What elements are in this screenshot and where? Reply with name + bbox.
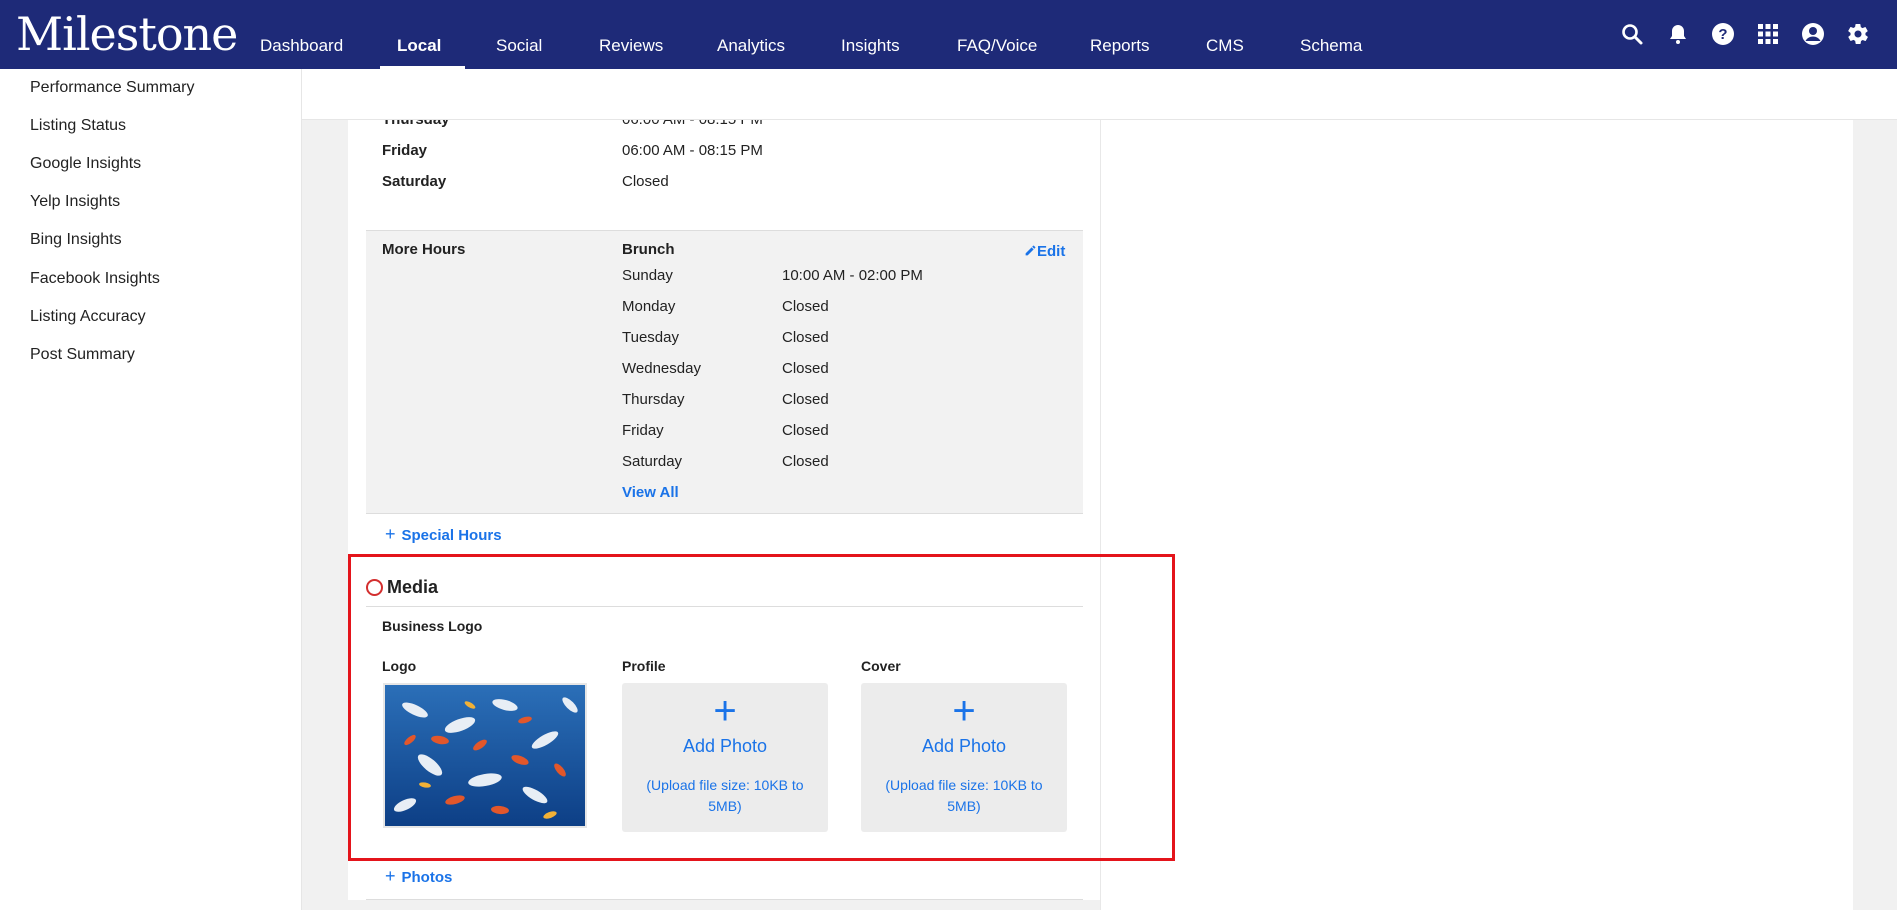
- more-hours-time: 10:00 AM - 02:00 PM: [782, 267, 923, 284]
- sidebar-item-bing-insights[interactable]: Bing Insights: [30, 230, 122, 250]
- right-panel: [1100, 120, 1853, 910]
- sidebar-item-yelp-insights[interactable]: Yelp Insights: [30, 192, 120, 212]
- help-icon[interactable]: ?: [1711, 22, 1735, 46]
- hours-day-thursday: Thursday: [382, 111, 450, 128]
- city-filter[interactable]: City: [662, 84, 711, 102]
- nav-insights[interactable]: Insights: [841, 36, 900, 56]
- more-hours-time: Closed: [782, 329, 829, 346]
- chevron-down-icon: [698, 90, 711, 97]
- gear-icon[interactable]: [1846, 22, 1870, 46]
- city-filter-label: City: [662, 84, 691, 101]
- nav-social[interactable]: Social: [496, 36, 542, 56]
- more-hours-time: Closed: [782, 422, 829, 439]
- filter-bar: 021220201 (6/6) Country State City Jul 0…: [302, 69, 1897, 120]
- clear-filters-link[interactable]: Clear: [968, 84, 1008, 102]
- nav-analytics[interactable]: Analytics: [717, 36, 785, 56]
- location-id: 021220201: [347, 84, 423, 101]
- sidebar-item-listing-accuracy[interactable]: Listing Accuracy: [30, 307, 146, 327]
- more-hours-time: Closed: [782, 360, 829, 377]
- plus-icon: +: [385, 524, 396, 544]
- sidebar-item-performance-summary[interactable]: Performance Summary: [30, 78, 195, 98]
- chevron-left-icon: [310, 87, 319, 102]
- hours-time-friday: 06:00 AM - 08:15 PM: [622, 142, 763, 159]
- account-icon[interactable]: [1801, 22, 1825, 46]
- chevron-down-icon: [566, 90, 579, 97]
- media-highlight-box: [348, 554, 1175, 861]
- edit-label: Edit: [1037, 243, 1066, 260]
- bell-icon[interactable]: [1666, 22, 1690, 46]
- apps-grid-icon[interactable]: [1756, 22, 1780, 46]
- top-navbar: Milestone Dashboard Local Social Reviews…: [0, 0, 1897, 69]
- nav-faq-voice[interactable]: FAQ/Voice: [957, 36, 1037, 56]
- state-filter[interactable]: State: [591, 84, 648, 102]
- nav-cms[interactable]: CMS: [1206, 36, 1244, 56]
- more-hours-day: Friday: [622, 422, 664, 439]
- more-hours-day: Wednesday: [622, 360, 701, 377]
- more-hours-day: Monday: [622, 298, 676, 315]
- sidebar: Performance Summary Listing Status Googl…: [0, 69, 302, 910]
- country-filter[interactable]: Country: [501, 84, 579, 102]
- date-range-filter[interactable]: Jul 04, 2022 - Aug 02, 2022: [723, 84, 939, 102]
- more-hours-day: Sunday: [622, 267, 673, 284]
- view-all-more-hours-link[interactable]: View All: [622, 484, 679, 502]
- nav-local[interactable]: Local: [397, 36, 441, 56]
- sidebar-item-post-summary[interactable]: Post Summary: [30, 345, 135, 365]
- chevron-down-icon: [465, 90, 478, 97]
- hours-day-saturday: Saturday: [382, 173, 447, 190]
- chevron-down-icon: [926, 89, 939, 96]
- bottom-divider: [366, 899, 1083, 900]
- add-photos-link[interactable]: + Photos: [385, 867, 452, 887]
- more-hours-label: More Hours: [382, 241, 466, 258]
- svg-text:?: ?: [1718, 26, 1727, 43]
- state-filter-label: State: [591, 84, 628, 101]
- sidebar-item-listing-status[interactable]: Listing Status: [30, 116, 126, 136]
- nav-dashboard[interactable]: Dashboard: [260, 36, 343, 56]
- milestone-logo[interactable]: Milestone: [16, 8, 238, 60]
- search-icon[interactable]: [1620, 22, 1644, 46]
- country-filter-label: Country: [501, 84, 559, 101]
- more-hours-day: Thursday: [622, 391, 685, 408]
- sidebar-item-google-insights[interactable]: Google Insights: [30, 154, 141, 174]
- hours-day-friday: Friday: [382, 142, 428, 159]
- collapse-sidebar-button[interactable]: [302, 69, 331, 120]
- more-hours-time: Closed: [782, 391, 829, 408]
- hours-time-thursday: 06:00 AM - 08:15 PM: [622, 111, 763, 128]
- sidebar-item-facebook-insights[interactable]: Facebook Insights: [30, 269, 160, 289]
- date-range-label: Jul 04, 2022 - Aug 02, 2022: [723, 84, 919, 101]
- more-hours-type: Brunch: [622, 241, 675, 258]
- more-hours-day: Saturday: [622, 453, 683, 470]
- location-count: (6/6): [426, 84, 458, 101]
- add-special-hours-link[interactable]: + Special Hours: [385, 525, 502, 545]
- photos-label: Photos: [401, 869, 453, 886]
- more-hours-time: Closed: [782, 298, 829, 315]
- special-hours-label: Special Hours: [401, 527, 502, 544]
- chevron-down-icon: [635, 90, 648, 97]
- more-hours-section: [366, 230, 1083, 514]
- edit-more-hours-button[interactable]: Edit: [1024, 243, 1065, 261]
- nav-reports[interactable]: Reports: [1090, 36, 1150, 56]
- nav-schema[interactable]: Schema: [1300, 36, 1362, 56]
- nav-reviews[interactable]: Reviews: [599, 36, 663, 56]
- hours-time-saturday: Closed: [622, 173, 669, 190]
- location-filter[interactable]: 021220201 (6/6): [347, 84, 478, 102]
- pencil-icon: [1025, 245, 1036, 256]
- more-hours-time: Closed: [782, 453, 829, 470]
- plus-icon: +: [385, 866, 396, 886]
- more-hours-day: Tuesday: [622, 329, 679, 346]
